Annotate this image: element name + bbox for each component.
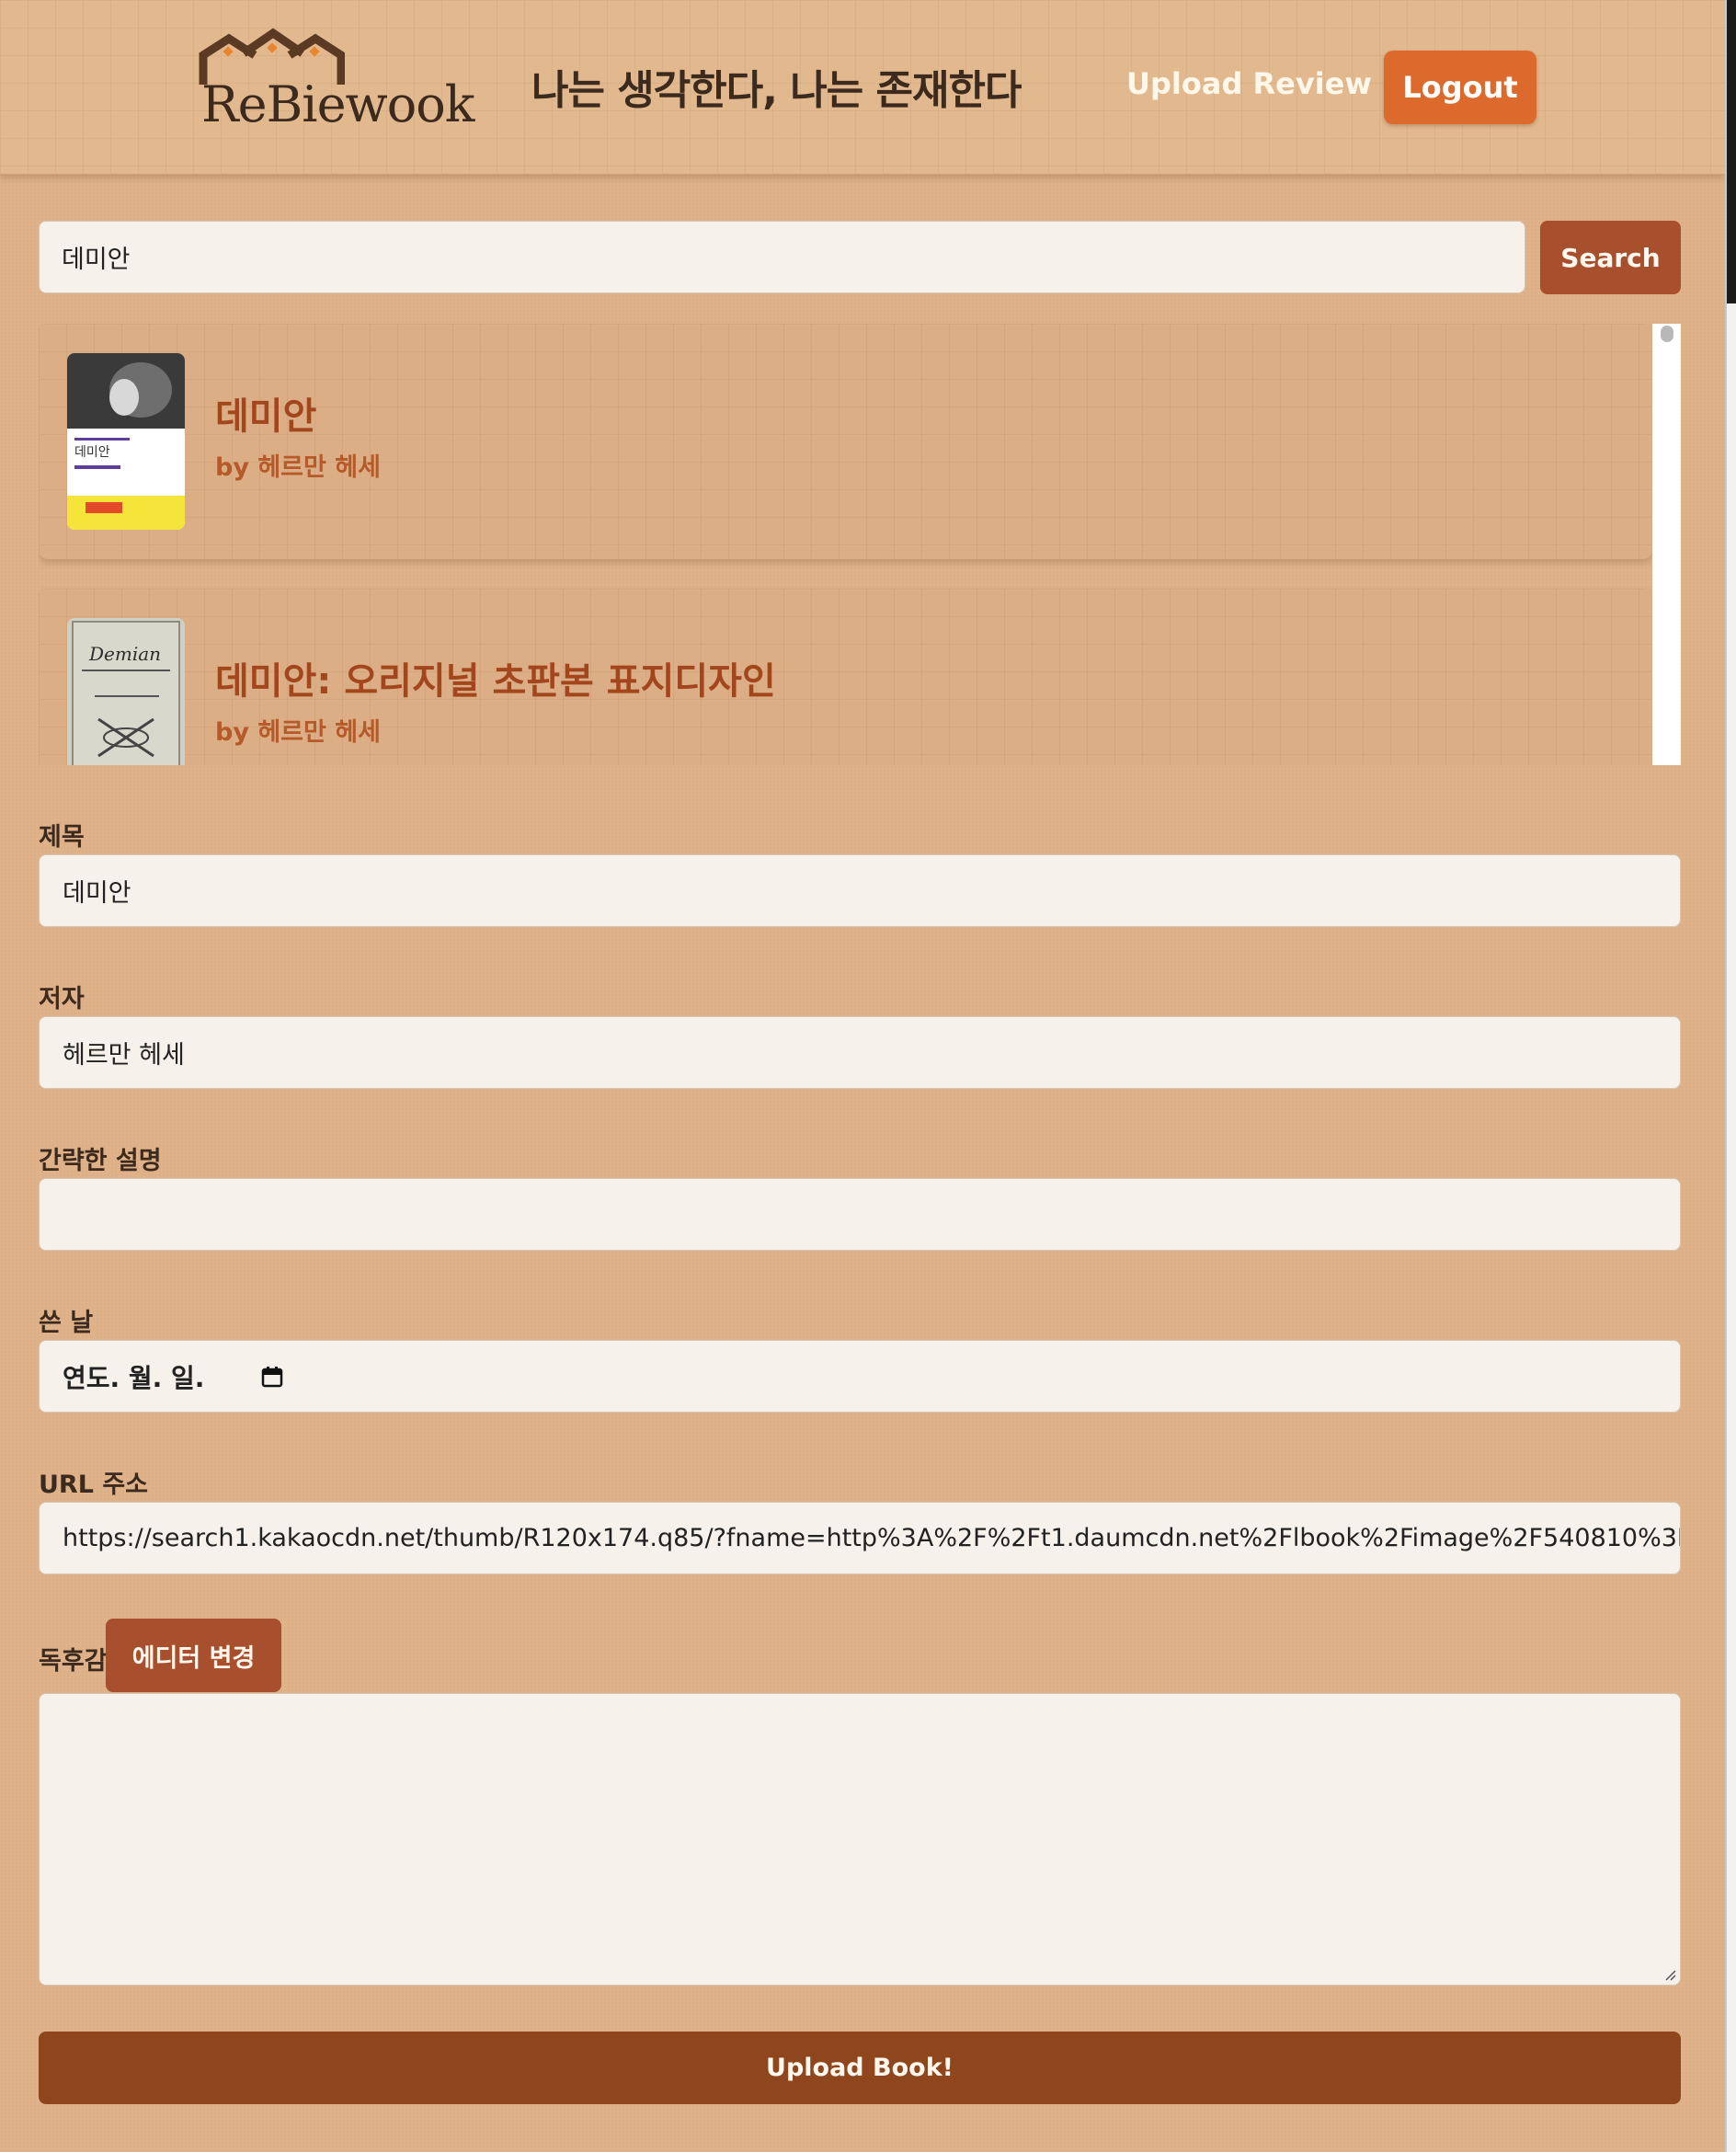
result-author: by 헤르만 헤세 xyxy=(215,718,381,747)
book-cover-image: 데미안 xyxy=(67,353,185,530)
result-title: 데미안 xyxy=(215,395,317,438)
calendar-icon[interactable] xyxy=(261,1366,283,1388)
date-label: 쓴 날 xyxy=(39,1309,94,1337)
logo[interactable]: ReBiewook xyxy=(198,28,474,133)
url-field[interactable]: https://search1.kakaocdn.net/thumb/R120x… xyxy=(39,1502,1681,1574)
logout-button[interactable]: Logout xyxy=(1384,51,1536,124)
url-label: URL 주소 xyxy=(39,1471,148,1499)
search-button[interactable]: Search xyxy=(1540,221,1681,294)
title-field-value: 데미안 xyxy=(63,879,131,908)
review-textarea[interactable] xyxy=(39,1693,1681,1986)
search-input[interactable] xyxy=(39,221,1525,293)
page: ReBiewook 나는 생각한다, 나는 존재한다 Upload Review… xyxy=(0,0,1725,2152)
title-field[interactable]: 데미안 xyxy=(39,854,1681,927)
results-scrollbar[interactable] xyxy=(1652,324,1681,765)
results-scrollbar-thumb[interactable] xyxy=(1661,326,1673,342)
result-title: 데미안: 오리지널 초판본 표지디자인 xyxy=(215,660,776,703)
author-field[interactable]: 헤르만 헤세 xyxy=(39,1016,1681,1089)
result-item[interactable]: Demian 데미안: 오리지널 초판본 표지디자인 by 헤르만 헤세 xyxy=(39,589,1652,765)
title-label: 제목 xyxy=(39,823,85,852)
url-field-value: https://search1.kakaocdn.net/thumb/R120x… xyxy=(63,1524,1681,1552)
summary-label: 간략한 설명 xyxy=(39,1147,162,1175)
cover-title-text: Demian xyxy=(88,643,161,665)
tagline: 나는 생각한다, 나는 존재한다 xyxy=(531,67,1022,114)
author-field-value: 헤르만 헤세 xyxy=(63,1041,185,1070)
result-author: by 헤르만 헤세 xyxy=(215,453,381,482)
review-label: 독후감 xyxy=(39,1647,108,1676)
search-results-list[interactable]: 데미안 데미안 by 헤르만 헤세 Demian 데미안: 오리지널 초판본 표… xyxy=(39,324,1681,765)
result-item[interactable]: 데미안 데미안 by 헤르만 헤세 xyxy=(39,324,1652,559)
author-label: 저자 xyxy=(39,985,85,1013)
resize-handle-icon[interactable] xyxy=(1663,1968,1676,1981)
upload-book-button[interactable]: Upload Book! xyxy=(39,2032,1681,2104)
change-editor-button[interactable]: 에디터 변경 xyxy=(106,1619,281,1692)
date-field[interactable]: 연도. 월. 일. xyxy=(39,1340,1681,1413)
book-cover-image: Demian xyxy=(67,618,185,765)
summary-field[interactable] xyxy=(39,1178,1681,1251)
logo-text: ReBiewook xyxy=(201,75,474,133)
date-placeholder: 연도. 월. 일. xyxy=(63,1362,205,1393)
nav-upload-review-link[interactable]: Upload Review xyxy=(1126,66,1372,101)
cover-title-text: 데미안 xyxy=(74,445,110,460)
site-header: ReBiewook 나는 생각한다, 나는 존재한다 Upload Review… xyxy=(0,0,1725,175)
window-edge xyxy=(1725,0,1736,2152)
